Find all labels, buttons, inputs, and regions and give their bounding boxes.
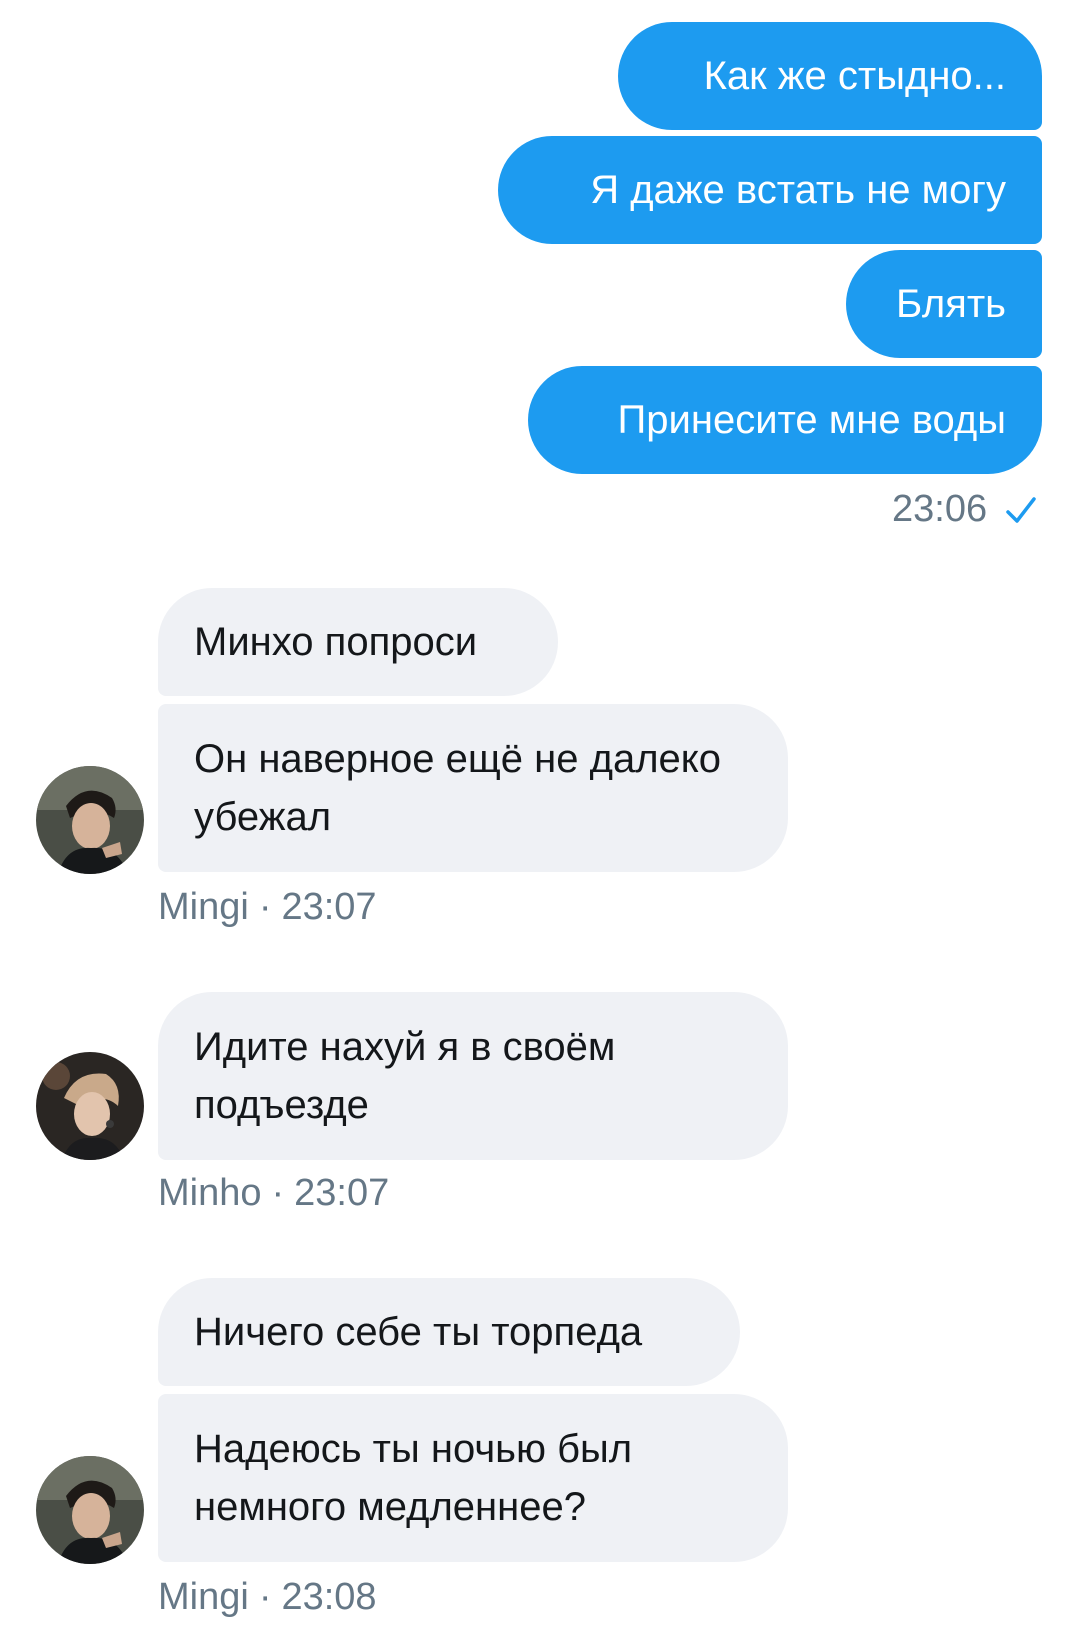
minho-avatar[interactable]	[36, 1052, 144, 1160]
incoming-meta: Mingi · 23:07	[158, 886, 377, 929]
sender-name: Mingi	[158, 1576, 249, 1618]
incoming-message[interactable]: Надеюсь ты ночью был немного медленнее?	[158, 1394, 788, 1562]
mingi-avatar[interactable]	[36, 1456, 144, 1564]
mingi-avatar[interactable]	[36, 766, 144, 874]
incoming-meta: Minho · 23:07	[158, 1172, 389, 1215]
outgoing-message[interactable]: Принесите мне воды	[528, 366, 1042, 474]
incoming-message[interactable]: Идите нахуй я в своём подъезде	[158, 992, 788, 1160]
outgoing-timestamp: 23:06	[892, 488, 988, 530]
sender-name: Minho	[158, 1172, 262, 1214]
meta-separator: ·	[258, 1576, 272, 1618]
outgoing-message[interactable]: Как же стыдно...	[618, 22, 1042, 130]
message-time: 23:08	[281, 1576, 377, 1618]
sender-name: Mingi	[158, 886, 249, 928]
check-icon	[1006, 497, 1036, 523]
outgoing-message[interactable]: Блять	[846, 250, 1042, 358]
meta-separator: ·	[258, 886, 272, 928]
message-time: 23:07	[281, 886, 377, 928]
incoming-message[interactable]: Ничего себе ты торпеда	[158, 1278, 740, 1386]
chat-thread: Как же стыдно... Я даже встать не могу Б…	[0, 0, 1080, 1644]
meta-separator: ·	[271, 1172, 285, 1214]
incoming-message[interactable]: Он наверное ещё не далеко убежал	[158, 704, 788, 872]
outgoing-message[interactable]: Я даже встать не могу	[498, 136, 1042, 244]
incoming-message[interactable]: Минхо попроси	[158, 588, 558, 696]
incoming-meta: Mingi · 23:08	[158, 1576, 377, 1619]
message-time: 23:07	[294, 1172, 390, 1214]
